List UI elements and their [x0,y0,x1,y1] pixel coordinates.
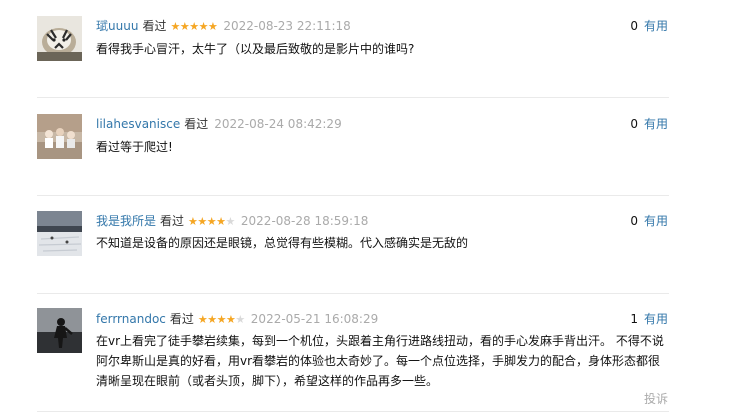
username-link[interactable]: ferrrnandoc [96,312,166,326]
vote-count: 1 [630,312,638,326]
watched-label: 看过 [142,19,167,33]
vote-area: 1 有用 [630,311,668,327]
star-icon: ★ [207,20,218,33]
comment-meta: lilahesvanisce 看过 2022-08-24 08:42:29 [96,116,342,132]
star-icon: ★ [197,215,207,228]
avatar[interactable] [37,211,82,256]
comment-time: 2022-05-21 16:08:29 [250,312,379,326]
star-icon: ★ [207,313,217,326]
comment-time: 2022-08-28 18:59:18 [240,214,369,228]
avatar[interactable] [37,114,82,159]
vote-count: 0 [630,19,638,33]
star-icon: ★ [170,20,180,33]
star-icon: ★ [189,20,199,33]
comment-text: 在vr上看完了徒手攀岩续集，每到一个机位，头跟着主角行进路线扭动，看的手心发麻手… [96,334,664,388]
avatar-snow-field-icon [37,211,82,256]
comment-text: 不知道是设备的原因还是眼镜，总觉得有些模糊。代入感确实是无敌的 [96,236,469,250]
star-icon: ★ [188,215,198,228]
watched-label: 看过 [160,214,185,228]
avatar-silhouette-icon [37,308,82,353]
star-icon: ★ [216,313,227,326]
avatar-people-icon [37,114,82,159]
rating-stars: ★★★★★ [170,19,217,35]
comment-time: 2022-08-23 22:11:18 [223,19,351,33]
comment-item: 我是我所是 看过 ★★★★★ 2022-08-28 18:59:18 0 有用 不知道是… [0,196,730,294]
username-link[interactable]: 珷uuuu [96,19,138,33]
useful-button[interactable]: 有用 [644,312,668,326]
username-link[interactable]: lilahesvanisce [96,117,180,131]
star-icon: ★ [197,313,208,326]
username-link[interactable]: 我是我所是 [96,214,156,228]
useful-button[interactable]: 有用 [644,117,668,131]
comment-item: ferrrnandoc 看过 ★★★★★ 2022-05-21 16:08:29 1有… [0,294,730,415]
vote-area: 0 有用 [630,213,668,229]
avatar[interactable] [37,308,82,353]
comment-text: 看得我手心冒汗，太牛了（以及最后致敬的是影片中的谁吗? [96,42,415,56]
comment-meta: ferrrnandoc 看过 ★★★★★ 2022-05-21 16:08:29 [96,311,378,328]
comment-text: 看过等于爬过! [96,140,173,154]
vote-count: 0 [630,117,638,131]
star-icon: ★ [216,215,226,228]
useful-button[interactable]: 有用 [644,19,668,33]
rating-stars: ★★★★★ [188,214,235,230]
watched-label: 看过 [169,312,194,326]
report-button[interactable]: 投诉 [644,390,668,407]
comment-time: 2022-08-24 08:42:29 [214,117,342,131]
star-icon: ★ [206,215,217,228]
star-icon: ★ [179,20,190,33]
vote-area: 0 有用 [630,18,668,34]
watched-label: 看过 [184,117,209,131]
comment-meta: 珷uuuu 看过 ★★★★★ 2022-08-23 22:11:18 [96,18,351,35]
avatar-tiger-icon [37,16,82,61]
avatar[interactable] [37,16,82,61]
comment-item: 珷uuuu 看过 ★★★★★ 2022-08-23 22:11:18 0 有用 看得我手… [0,0,730,98]
vote-area: 0 有用 [630,116,668,132]
rating-stars: ★★★★★ [198,312,245,328]
star-icon: ★ [225,215,236,228]
star-icon: ★ [198,20,209,33]
comment-item: lilahesvanisce 看过 2022-08-24 08:42:29 0 有用 … [0,98,730,196]
star-icon: ★ [235,313,245,326]
vote-count: 0 [630,214,638,228]
useful-button[interactable]: 有用 [644,214,668,228]
divider [37,411,669,412]
comment-meta: 我是我所是 看过 ★★★★★ 2022-08-28 18:59:18 [96,213,368,230]
